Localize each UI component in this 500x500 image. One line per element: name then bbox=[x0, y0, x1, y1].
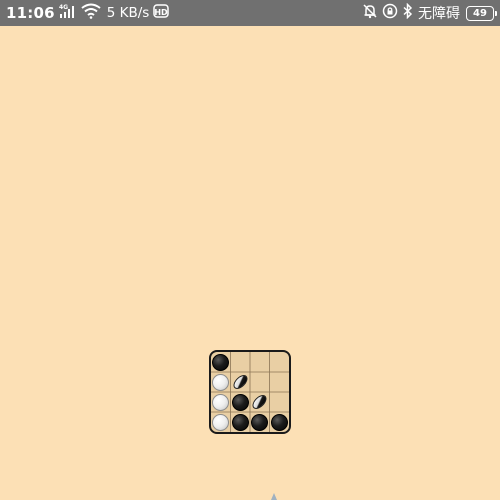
black-stone bbox=[251, 413, 269, 431]
app-screen: 11:06 4G 5 KB/s HD 无障碍 49 bbox=[0, 0, 500, 500]
black-stone bbox=[231, 393, 249, 411]
lock-rotation-icon bbox=[382, 3, 398, 23]
status-bar-left: 11:06 4G 5 KB/s HD bbox=[6, 0, 170, 26]
status-bar: 11:06 4G 5 KB/s HD 无障碍 49 bbox=[0, 0, 500, 26]
black-stone bbox=[231, 413, 249, 431]
alarm-off-icon bbox=[362, 3, 378, 23]
clock: 11:06 bbox=[6, 4, 55, 22]
bluetooth-icon bbox=[402, 2, 414, 23]
white-stone bbox=[212, 413, 230, 431]
black-stone bbox=[212, 353, 230, 371]
battery-icon: 49 bbox=[466, 5, 497, 21]
svg-text:HD: HD bbox=[155, 8, 169, 17]
hd-icon: HD bbox=[153, 3, 170, 23]
game-board[interactable] bbox=[209, 350, 291, 434]
status-bar-right: 无障碍 49 bbox=[358, 0, 497, 26]
battery-level: 49 bbox=[473, 7, 487, 19]
wifi-icon bbox=[81, 3, 101, 23]
signal-icon: 4G bbox=[59, 3, 77, 23]
white-stone bbox=[212, 373, 230, 391]
network-speed: 5 KB/s bbox=[106, 5, 150, 21]
black-stone bbox=[270, 413, 288, 431]
white-stone bbox=[212, 393, 230, 411]
bottom-marker bbox=[271, 493, 277, 500]
accessibility-status: 无障碍 bbox=[418, 6, 460, 22]
svg-text:4G: 4G bbox=[59, 4, 68, 11]
